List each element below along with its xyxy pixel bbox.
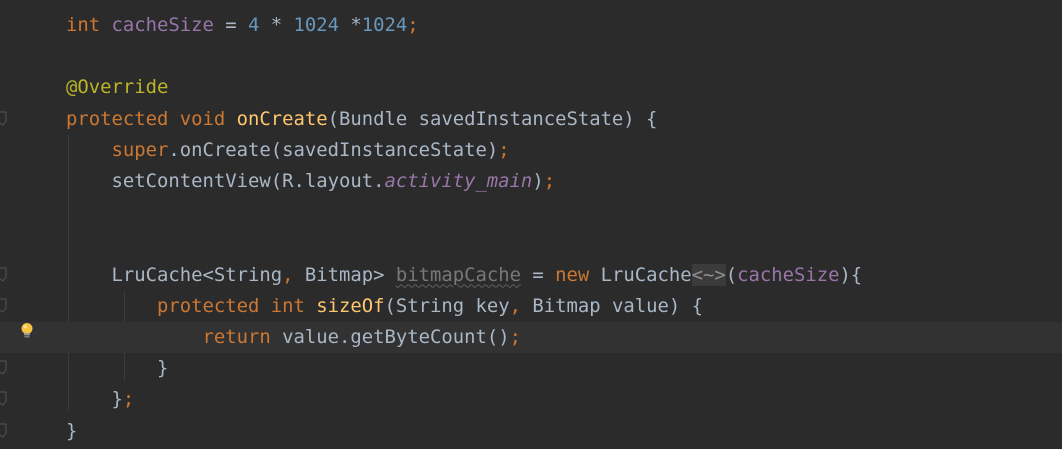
code-editor[interactable]: int cacheSize = 4 * 1024 *1024; @Override… [0,0,1062,449]
code-token: (Bundle savedInstanceState) { [327,107,658,130]
code-text: super.onCreate(savedInstanceState); [66,135,510,166]
lightbulb-icon[interactable] [20,322,34,345]
code-token: } [66,419,78,442]
fold-marker-icon[interactable] [0,298,7,314]
code-line[interactable]: } [0,353,1062,384]
fold-marker-icon[interactable] [0,391,7,407]
code-token: onCreate [236,107,328,130]
code-token: Bitmap value) { [532,294,703,317]
code-token: value.getByteCount() [282,326,510,348]
code-text: }; [66,384,134,415]
code-token: } [66,357,169,380]
code-line[interactable]: int cacheSize = 4 * 1024 *1024; [0,10,1062,41]
code-token: sizeOf [316,294,385,317]
code-text: setContentView(R.layout.activity_main); [66,166,555,197]
code-token: cacheSize [111,14,214,36]
code-token: (String key [384,294,510,317]
code-line[interactable]: @Override [0,72,1062,103]
code-token: .onCreate(savedInstanceState) [168,138,499,161]
code-token: , [509,294,533,317]
code-token: protected [66,107,180,130]
code-token: bitmapCache [395,263,521,286]
code-text: int cacheSize = 4 * 1024 *1024; [66,10,419,41]
code-line[interactable] [0,41,1062,72]
fold-marker-icon[interactable] [0,423,7,439]
code-text: @Override [66,72,168,103]
code-token: ; [122,388,135,411]
code-token: Bitmap> [304,263,396,286]
code-line[interactable]: protected void onCreate(Bundle savedInst… [0,104,1062,135]
code-token: , [282,263,305,286]
fold-marker-icon[interactable] [0,111,7,127]
code-token: int [66,14,112,36]
code-token: void [179,107,237,130]
code-token: = [520,263,556,286]
code-token: LruCache<String [66,263,283,286]
code-text: return value.getByteCount(); [66,322,521,353]
code-token: ( [725,263,738,286]
fold-marker-icon[interactable] [0,267,7,283]
code-token: 4 [247,14,260,36]
code-token: ; [407,14,419,36]
code-line[interactable] [0,197,1062,228]
code-token: ) [532,170,544,192]
code-text: } [66,416,77,447]
code-token: } [66,388,123,411]
code-token: ){ [839,263,863,286]
code-line[interactable]: }; [0,384,1062,415]
code-text: LruCache<String, Bitmap> bitmapCache = n… [66,260,862,291]
code-text: protected void onCreate(Bundle savedInst… [66,104,657,135]
code-token: LruCache [600,263,692,286]
code-token: setContentView(R.layout. [66,170,385,192]
fold-marker-icon[interactable] [0,360,7,376]
code-token: 1024 [361,14,408,36]
code-line[interactable] [0,228,1062,259]
code-token: 1024 [293,14,339,36]
code-token: new [555,263,601,286]
code-token: ; [498,138,510,161]
code-line[interactable]: } [0,416,1062,447]
code-token: protected [157,294,271,317]
code-token: int [270,294,317,317]
code-token: activity_main [384,170,533,192]
code-token: = [213,14,248,36]
code-line[interactable]: super.onCreate(savedInstanceState); [0,135,1062,166]
code-token: * [259,14,294,36]
code-line[interactable]: protected int sizeOf(String key, Bitmap … [0,291,1062,322]
code-token: @Override [66,76,169,99]
code-token: return [202,326,283,348]
code-token: cacheSize [737,263,840,286]
code-token: <~> [691,263,726,286]
code-text: } [66,353,168,384]
code-line[interactable]: return value.getByteCount(); [0,322,1062,353]
code-text: protected int sizeOf(String key, Bitmap … [66,291,703,322]
code-token: * [338,14,362,36]
code-line[interactable]: setContentView(R.layout.activity_main); [0,166,1062,197]
code-token: ; [543,170,556,192]
code-line[interactable]: LruCache<String, Bitmap> bitmapCache = n… [0,260,1062,291]
code-token: ; [509,326,521,348]
code-token: super [111,138,169,161]
